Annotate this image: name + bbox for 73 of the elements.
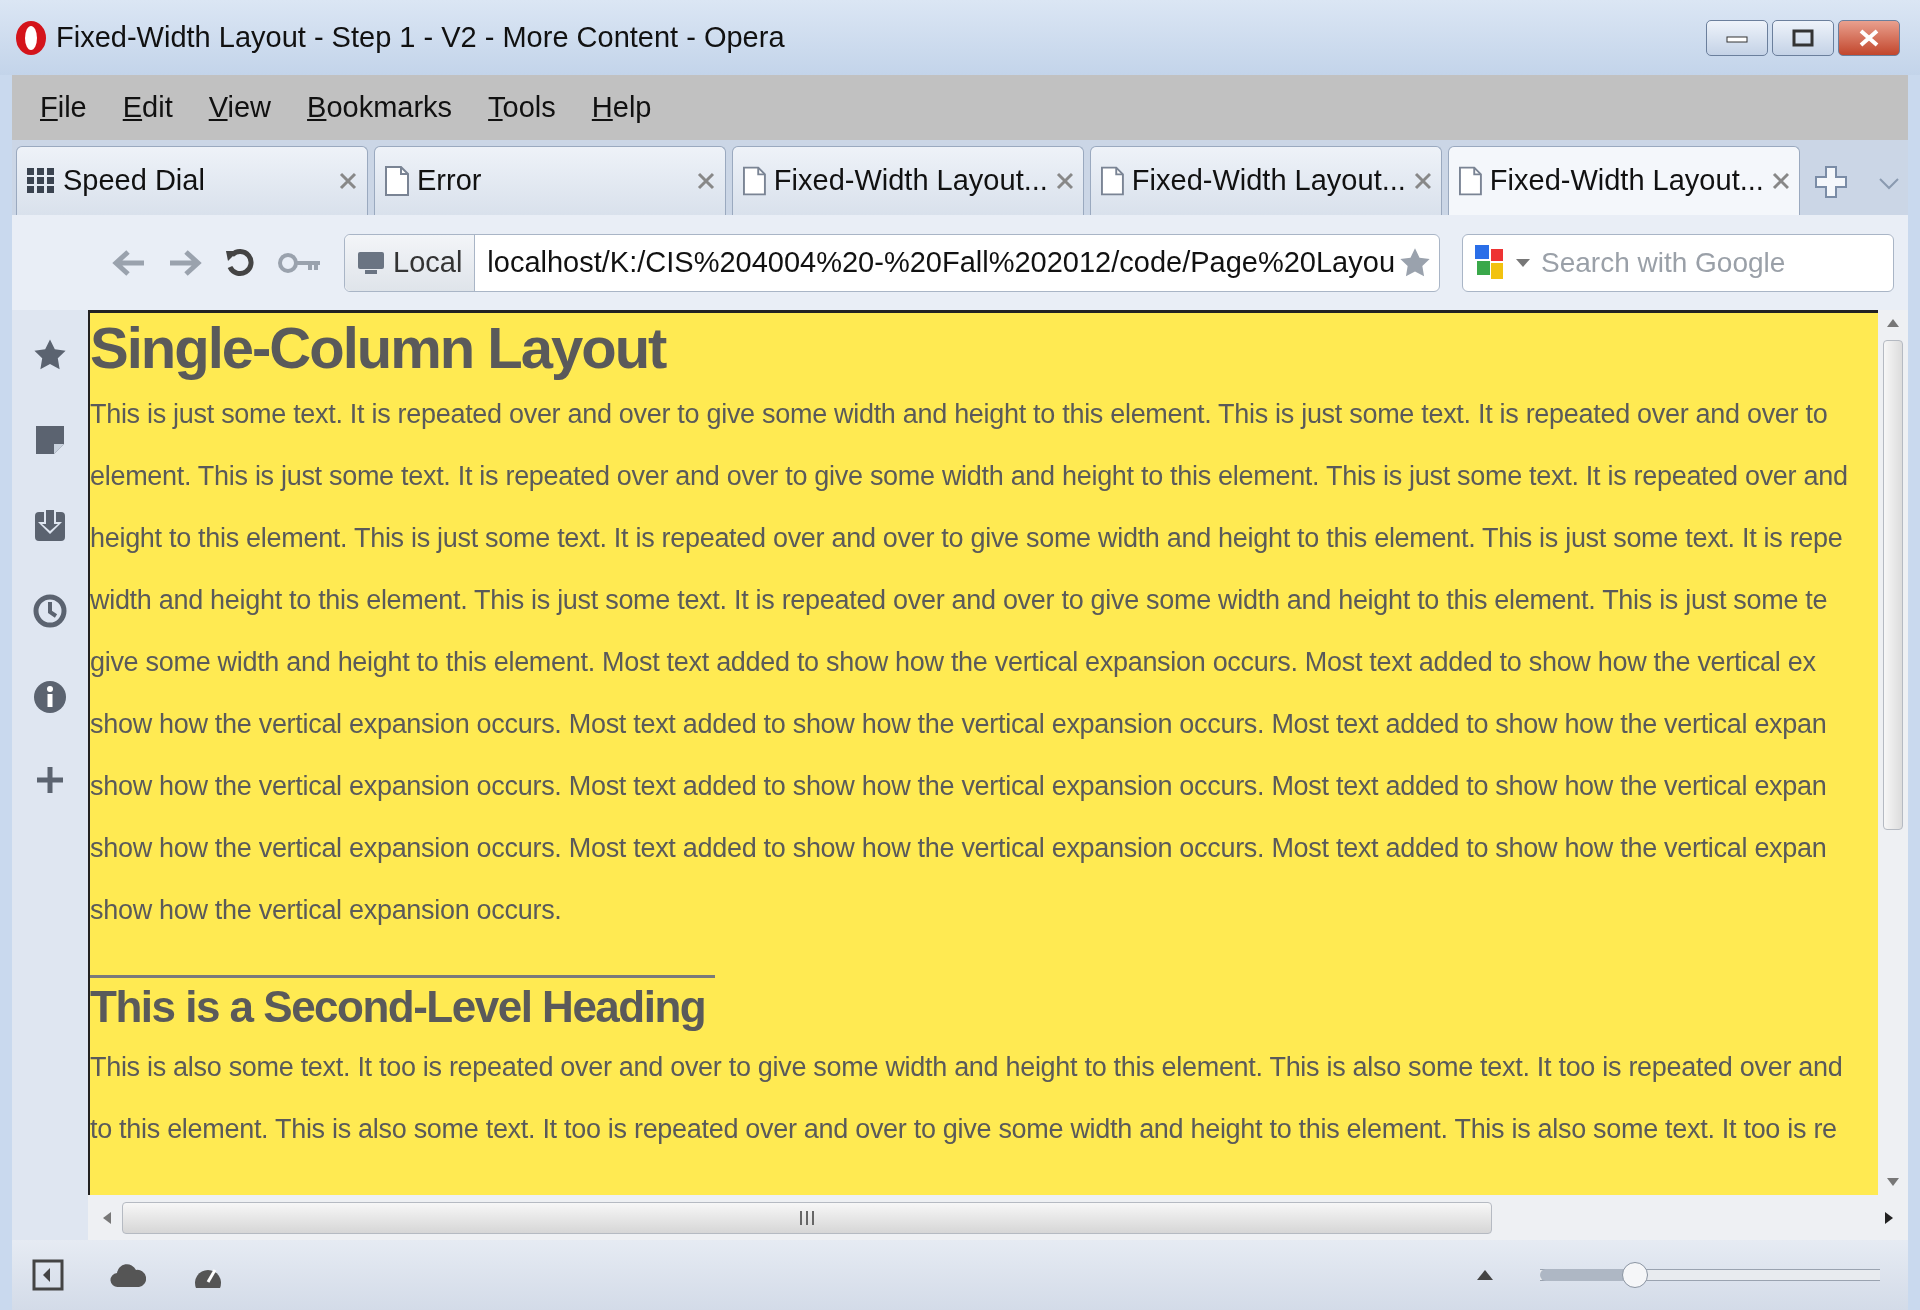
back-icon[interactable]: [112, 248, 146, 277]
menu-item[interactable]: Tools: [488, 85, 556, 130]
maximize-button[interactable]: [1772, 19, 1834, 56]
add-panel-icon[interactable]: [36, 766, 64, 794]
close-tab-icon[interactable]: [1771, 172, 1789, 190]
paragraph-line: to this element. This is also some text. It too is repeated over and over to give some width and height to this element. This is also some text. It too is re: [90, 1113, 1838, 1146]
paragraph-line: This is just some text. It is repeated over and over to give some width and height to this element. This is just some text. It is repeated over and over to: [90, 398, 1829, 431]
scroll-up-icon[interactable]: [1886, 318, 1900, 328]
dropdown-caret-icon[interactable]: [1515, 257, 1531, 268]
tab[interactable]: Error: [374, 146, 726, 215]
slider-thumb[interactable]: [1622, 1262, 1649, 1288]
menu-item[interactable]: View: [208, 85, 272, 130]
opera-logo-icon: [14, 18, 48, 57]
reload-icon[interactable]: [224, 246, 256, 279]
scroll-thumb[interactable]: [122, 1201, 1492, 1234]
search-box[interactable]: Search with Google: [1462, 233, 1894, 292]
close-icon: [1858, 27, 1880, 48]
monitor-icon: [357, 250, 385, 275]
page-icon: [1459, 166, 1482, 196]
close-tab-icon[interactable]: [1055, 172, 1073, 190]
menu-item[interactable]: Edit: [122, 85, 173, 130]
section-heading: This is a Second-Level Heading: [90, 975, 716, 1036]
close-button[interactable]: [1838, 19, 1900, 56]
info-icon[interactable]: [33, 680, 67, 714]
grip-icon: [799, 1210, 815, 1225]
paragraph-line: show how the vertical expansion occurs.: [90, 894, 563, 927]
paragraph-line: This is also some text. It too is repeated over and over to give some width and height to this element. This is also some text. It too is repeated over and: [90, 1051, 1844, 1084]
scroll-right-icon[interactable]: [1884, 1210, 1894, 1225]
bookmark-star-icon[interactable]: [1399, 246, 1431, 279]
minimize-button[interactable]: [1706, 19, 1768, 56]
search-field[interactable]: Search with Google: [1539, 240, 1839, 285]
menu-item[interactable]: Bookmarks: [307, 85, 453, 130]
star-icon[interactable]: [33, 338, 67, 372]
scroll-down-icon[interactable]: [1886, 1177, 1900, 1187]
page-icon: [743, 166, 766, 196]
address-field[interactable]: Local localhost/K:/CIS%204004%20-%20Fall%202012/code/Page%20Layou: [344, 233, 1440, 292]
grid-icon: [27, 168, 55, 194]
clock-icon[interactable]: [33, 594, 67, 628]
page-heading: Single-Column Layout: [90, 314, 667, 382]
tab[interactable]: Fixed-Width Layout...: [1448, 146, 1800, 215]
menu-item[interactable]: File: [40, 85, 87, 130]
close-tab-icon[interactable]: [1413, 172, 1431, 190]
download-icon[interactable]: [34, 508, 66, 542]
close-tab-icon[interactable]: [697, 172, 715, 190]
paragraph-line: show how the vertical expansion occurs. Most text added to show how the vertical expansion occurs. Most text added to show how the vertical expan: [90, 770, 1828, 803]
page-icon: [385, 166, 409, 196]
local-zone-badge[interactable]: Local: [345, 234, 476, 291]
close-tab-icon[interactable]: [339, 172, 357, 190]
url-text: localhost/K:/CIS%204004%20-%20Fall%202012/code/Page%20Layou: [486, 244, 1396, 280]
tab[interactable]: Fixed-Width Layout...: [732, 146, 1084, 215]
paragraph-line: give some width and height to this element. Most text added to show how the vertical expansion occurs. Most text added to show how the vertical ex: [90, 646, 1817, 679]
paragraph-line: width and height to this element. This is just some text. It is repeated over and over to give some width and height to this element. This is just some te: [90, 584, 1829, 617]
menu-item[interactable]: Help: [591, 85, 652, 130]
scroll-thumb[interactable]: [1883, 340, 1903, 830]
note-icon[interactable]: [34, 424, 66, 456]
paragraph-line: show how the vertical expansion occurs. Most text added to show how the vertical expansion occurs. Most text added to show how the vertical expan: [90, 832, 1828, 865]
vertical-scrollbar[interactable]: [1878, 310, 1908, 1195]
key-icon[interactable]: [278, 251, 322, 274]
window-title: Fixed-Width Layout - Step 1 - V2 - More Content - Opera: [56, 19, 786, 55]
panel-toggle-icon[interactable]: [32, 1259, 64, 1291]
paragraph-line: height to this element. This is just some text. It is repeated over and over to give some width and height to this element. This is just some text. It is repe: [90, 522, 1844, 555]
maximize-icon: [1792, 28, 1814, 47]
forward-icon[interactable]: [168, 248, 202, 277]
paragraph-line: show how the vertical expansion occurs. Most text added to show how the vertical expansion occurs. Most text added to show how the vertical expan: [90, 708, 1828, 741]
up-arrow-icon[interactable]: [1476, 1269, 1494, 1281]
cloud-icon[interactable]: [110, 1262, 146, 1288]
paragraph-line: element. This is just some text. It is repeated over and over to give some width and height to this element. This is just some text. It is repeated over and: [90, 460, 1849, 493]
tab[interactable]: Speed Dial: [16, 146, 368, 215]
page-icon: [1101, 166, 1124, 196]
horizontal-scrollbar[interactable]: [88, 1195, 1908, 1240]
scroll-left-icon[interactable]: [102, 1210, 112, 1225]
new-tab-plus-icon[interactable]: [1814, 165, 1848, 199]
tab[interactable]: Fixed-Width Layout...: [1090, 146, 1442, 215]
